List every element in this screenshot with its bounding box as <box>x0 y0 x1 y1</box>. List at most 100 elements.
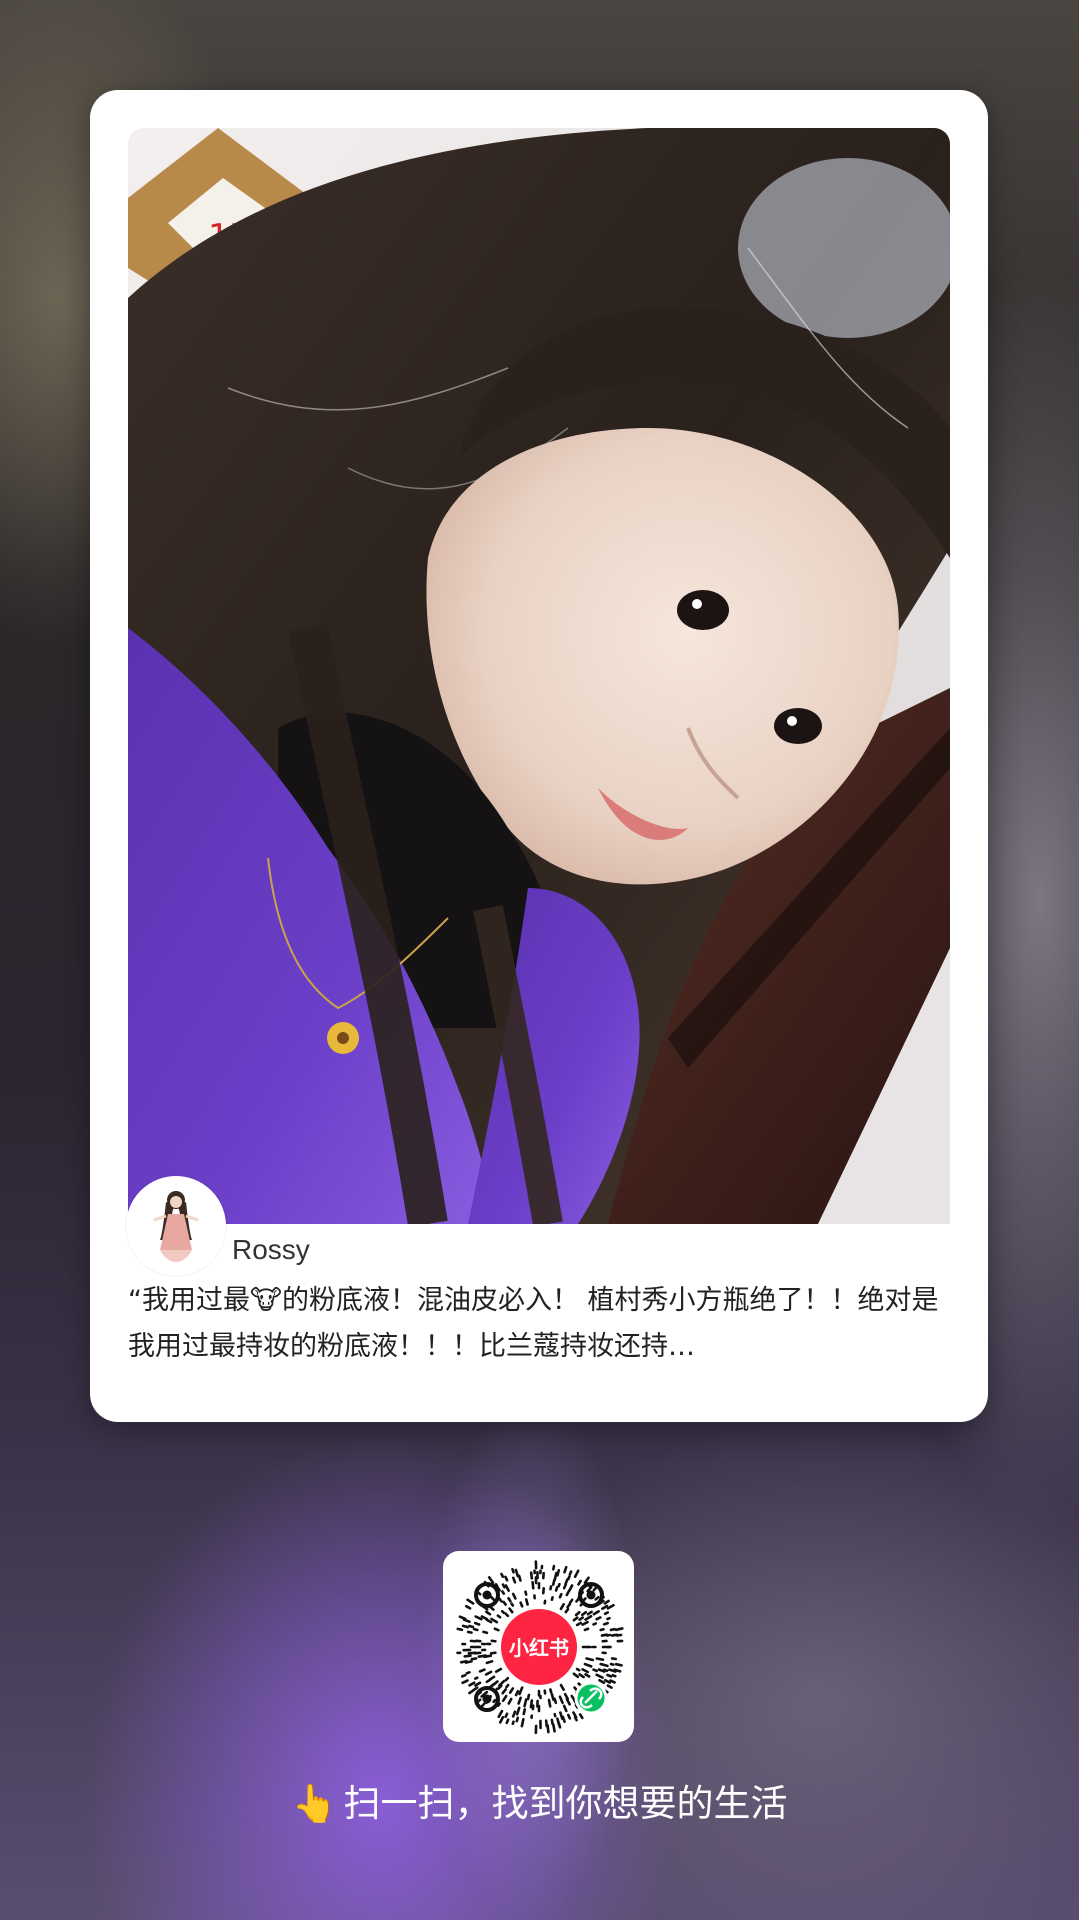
qr-module <box>456 1627 464 1632</box>
qr-module <box>553 1571 558 1582</box>
qr-module <box>573 1569 580 1579</box>
qr-module <box>602 1668 609 1673</box>
qr-module <box>572 1672 580 1679</box>
qr-module <box>586 1610 593 1616</box>
qr-module <box>500 1609 506 1615</box>
qr-module <box>568 1570 573 1576</box>
qr-module <box>504 1575 509 1582</box>
qr-module <box>494 1583 499 1588</box>
qr-module <box>515 1716 520 1723</box>
qr-module <box>500 1572 505 1579</box>
qr-module <box>531 1580 535 1590</box>
qr-code-graphic: 小红书 <box>456 1560 624 1735</box>
qr-module <box>507 1596 512 1603</box>
qr-module <box>518 1686 524 1696</box>
qr-module <box>497 1597 503 1603</box>
qr-module <box>568 1598 574 1605</box>
qr-module <box>463 1654 472 1658</box>
qr-module <box>514 1568 520 1578</box>
note-card[interactable]: 17 <box>90 90 988 1422</box>
qr-module <box>599 1627 605 1632</box>
qr-module <box>581 1610 588 1617</box>
qr-module <box>566 1602 572 1609</box>
note-caption[interactable]: “我用过最🐮的粉底液！混油皮必入！ 植村秀小方瓶绝了！！绝对是我用过最持妆的粉底… <box>128 1278 950 1370</box>
qr-module <box>609 1679 616 1684</box>
qr-module <box>562 1704 568 1713</box>
qr-module <box>583 1576 590 1585</box>
qr-module <box>577 1579 582 1586</box>
qr-module <box>504 1712 509 1719</box>
qr-module <box>592 1586 597 1592</box>
qr-module <box>568 1584 574 1592</box>
qr-module <box>563 1565 568 1574</box>
qr-module <box>594 1595 600 1601</box>
qr-module <box>592 1610 600 1616</box>
qr-module <box>468 1681 476 1687</box>
share-poster: 17 <box>0 0 1079 1920</box>
qr-module <box>595 1657 605 1662</box>
qr-module <box>552 1723 556 1733</box>
qr-module <box>502 1600 507 1606</box>
qr-module <box>511 1710 517 1718</box>
qr-module <box>522 1708 527 1716</box>
note-photo[interactable]: 17 <box>128 128 950 1224</box>
qr-module <box>611 1673 617 1678</box>
qr-module <box>572 1616 579 1622</box>
qr-finder-center <box>482 1590 492 1600</box>
qr-module <box>501 1688 507 1695</box>
qr-module <box>517 1696 522 1705</box>
qr-module <box>468 1689 475 1695</box>
author-avatar[interactable] <box>126 1176 226 1276</box>
qr-module <box>465 1671 471 1675</box>
qr-module <box>581 1668 589 1674</box>
qr-module <box>556 1568 561 1577</box>
avatar-girl-figure-icon <box>130 1180 222 1272</box>
qr-module <box>609 1627 616 1632</box>
qr-module <box>549 1688 553 1694</box>
qr-module <box>583 1662 593 1668</box>
qr-module <box>474 1615 483 1621</box>
qr-module <box>603 1678 612 1684</box>
qr-module <box>489 1651 497 1655</box>
qr-module <box>550 1718 554 1726</box>
qr-module <box>482 1630 489 1635</box>
qr-module <box>498 1715 505 1724</box>
qr-module <box>520 1718 525 1728</box>
mini-program-qr-code[interactable]: 小红书 <box>443 1551 634 1742</box>
qr-module <box>557 1722 562 1729</box>
qr-module <box>497 1709 504 1719</box>
author-name[interactable]: Rossy <box>232 1232 310 1268</box>
qr-module <box>510 1602 515 1607</box>
pointing-hand-icon: 👆 <box>291 1782 338 1825</box>
qr-module <box>559 1683 565 1691</box>
qr-module <box>467 1651 477 1655</box>
qr-module <box>553 1697 558 1705</box>
qr-module <box>487 1576 495 1585</box>
qr-module <box>592 1668 598 1673</box>
qr-finder-center <box>482 1694 492 1704</box>
qr-module <box>523 1698 528 1708</box>
qr-module <box>492 1698 497 1704</box>
qr-module <box>606 1673 613 1678</box>
qr-module <box>489 1675 496 1681</box>
qr-module <box>459 1659 468 1664</box>
qr-module <box>505 1718 510 1725</box>
qr-module <box>551 1579 556 1586</box>
qr-module <box>501 1583 506 1589</box>
qr-module <box>504 1612 510 1618</box>
qr-module <box>478 1668 486 1673</box>
qr-module <box>573 1715 578 1722</box>
qr-module <box>461 1679 469 1685</box>
qr-module <box>554 1585 559 1592</box>
qr-module <box>583 1627 590 1632</box>
qr-module <box>515 1706 521 1716</box>
qr-module <box>584 1673 591 1678</box>
qr-module <box>613 1668 622 1673</box>
qr-module <box>609 1662 615 1666</box>
qr-module <box>564 1578 569 1585</box>
qr-module <box>501 1694 508 1702</box>
qr-module <box>585 1657 595 1662</box>
qr-module <box>529 1571 534 1580</box>
qr-module <box>511 1720 515 1726</box>
qr-module <box>494 1667 503 1673</box>
